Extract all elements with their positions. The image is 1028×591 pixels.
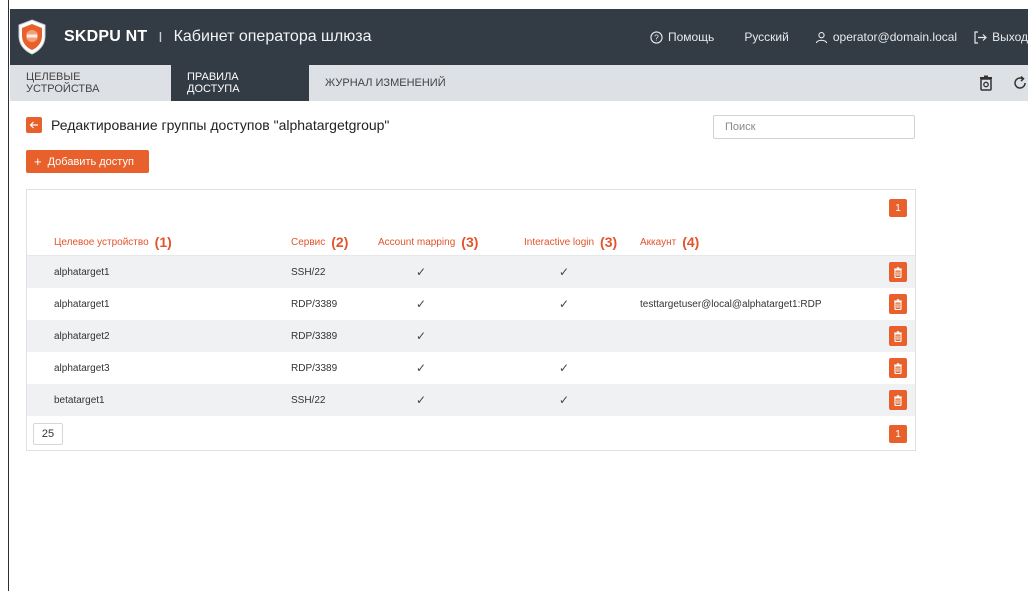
table-row[interactable]: alphatarget2 RDP/3389 ✓ xyxy=(27,320,915,352)
table-row[interactable]: alphatarget1 RDP/3389 ✓ ✓ testtargetuser… xyxy=(27,288,915,320)
column-header-interactive-login[interactable]: Interactive login (3) xyxy=(524,228,617,256)
trash-icon xyxy=(894,394,902,406)
delete-row-button[interactable] xyxy=(889,358,907,378)
user-menu[interactable]: operator@domain.local xyxy=(815,30,957,44)
table-header: Целевое устройство (1) Сервис (2) Accoun… xyxy=(27,228,915,256)
cell-service: RDP/3389 xyxy=(291,330,338,342)
help-icon: ? xyxy=(650,30,663,44)
column-marker: (2) xyxy=(331,234,349,250)
cell-account-mapping: ✓ xyxy=(416,329,427,343)
cell-service: SSH/22 xyxy=(291,394,326,406)
trash-icon xyxy=(894,298,902,310)
svg-text:?: ? xyxy=(654,32,659,42)
logout-label: Выход xyxy=(992,30,1028,44)
add-access-button[interactable]: + Добавить доступ xyxy=(26,150,149,173)
language-label: Русский xyxy=(744,30,789,44)
trash-icon[interactable] xyxy=(978,75,994,91)
user-label: operator@domain.local xyxy=(832,30,958,44)
cell-service: RDP/3389 xyxy=(291,362,338,374)
page-size-selector[interactable]: 25 xyxy=(33,423,63,445)
table-row[interactable]: betatarget1 SSH/22 ✓ ✓ xyxy=(27,384,915,416)
cell-service: RDP/3389 xyxy=(291,298,338,310)
search-input[interactable] xyxy=(713,115,915,139)
delete-row-button[interactable] xyxy=(889,326,907,346)
column-header-service[interactable]: Сервис (2) xyxy=(291,228,348,256)
column-marker: (1) xyxy=(154,234,172,250)
help-label: Помощь xyxy=(667,30,715,44)
brand-name: SKDPU NT xyxy=(64,28,148,45)
user-icon xyxy=(815,31,828,43)
trash-icon xyxy=(894,362,902,374)
add-access-label: Добавить доступ xyxy=(47,155,134,168)
tab-target-devices[interactable]: ЦЕЛЕВЫЕ УСТРОЙСТВА xyxy=(10,65,171,101)
cell-device: alphatarget2 xyxy=(54,330,110,342)
cell-device: betatarget1 xyxy=(54,394,105,406)
arrow-left-icon xyxy=(29,121,38,129)
pagination-page-top[interactable]: 1 xyxy=(889,199,907,217)
access-table: 1 Целевое устройство (1) Сервис (2) Acco… xyxy=(26,189,916,451)
cell-account-mapping: ✓ xyxy=(416,393,427,407)
page-heading: Редактирование группы доступов "alphatar… xyxy=(26,117,389,133)
header-actions: ? Помощь Русский operator@domain.local В… xyxy=(650,30,1028,44)
cell-service: SSH/22 xyxy=(291,266,326,278)
table-row[interactable]: alphatarget1 SSH/22 ✓ ✓ xyxy=(27,256,915,288)
delete-row-button[interactable] xyxy=(889,262,907,282)
cell-interactive-login: ✓ xyxy=(559,361,570,375)
cell-interactive-login: ✓ xyxy=(559,265,570,279)
window-top-edge xyxy=(0,0,1028,9)
column-header-label: Сервис xyxy=(291,236,326,248)
pagination-page-bottom[interactable]: 1 xyxy=(889,425,907,443)
column-header-label: Account mapping xyxy=(378,236,456,248)
cell-device: alphatarget1 xyxy=(54,266,110,278)
tab-toolbar xyxy=(978,65,1028,101)
column-marker: (3) xyxy=(600,234,618,250)
column-header-device[interactable]: Целевое устройство (1) xyxy=(54,228,172,256)
trash-icon xyxy=(894,330,902,342)
column-marker: (4) xyxy=(682,234,700,250)
tab-bar: ЦЕЛЕВЫЕ УСТРОЙСТВА ПРАВИЛА ДОСТУПА ЖУРНА… xyxy=(10,65,1028,101)
table-row[interactable]: alphatarget3 RDP/3389 ✓ ✓ xyxy=(27,352,915,384)
tab-change-log[interactable]: ЖУРНАЛ ИЗМЕНЕНИЙ xyxy=(309,65,462,101)
delete-row-button[interactable] xyxy=(889,390,907,410)
column-header-account-mapping[interactable]: Account mapping (3) xyxy=(378,228,478,256)
column-marker: (3) xyxy=(461,234,479,250)
help-link[interactable]: ? Помощь xyxy=(650,30,714,44)
app-subtitle: Кабинет оператора шлюза xyxy=(173,28,372,45)
plus-icon: + xyxy=(34,154,42,169)
cell-device: alphatarget3 xyxy=(54,362,110,374)
cell-account-mapping: ✓ xyxy=(416,297,427,311)
header-separator: I xyxy=(158,28,163,46)
tab-access-rules[interactable]: ПРАВИЛА ДОСТУПА xyxy=(171,65,309,101)
cell-device: alphatarget1 xyxy=(54,298,110,310)
app-header: SKDPU NT I Кабинет оператора шлюза ? Пом… xyxy=(10,9,1028,65)
column-header-label: Аккаунт xyxy=(640,236,677,248)
column-header-account[interactable]: Аккаунт (4) xyxy=(640,228,699,256)
cell-account-mapping: ✓ xyxy=(416,265,427,279)
refresh-icon[interactable] xyxy=(1012,75,1028,91)
language-selector[interactable]: Русский xyxy=(744,30,789,44)
back-button[interactable] xyxy=(26,117,42,133)
window-left-edge xyxy=(0,0,9,591)
page-title: Редактирование группы доступов "alphatar… xyxy=(51,117,390,133)
delete-row-button[interactable] xyxy=(889,294,907,314)
shield-logo-icon[interactable] xyxy=(14,17,50,57)
cell-interactive-login: ✓ xyxy=(559,393,570,407)
cell-interactive-login: ✓ xyxy=(559,297,570,311)
trash-icon xyxy=(894,266,902,278)
cell-account: testtargetuser@local@alphatarget1:RDP xyxy=(640,298,822,310)
table-body: alphatarget1 SSH/22 ✓ ✓ alphatarget1 RDP… xyxy=(27,256,915,416)
logout-button[interactable]: Выход xyxy=(973,30,1028,44)
cell-account-mapping: ✓ xyxy=(416,361,427,375)
column-header-label: Interactive login xyxy=(524,236,595,248)
logout-icon xyxy=(974,30,987,44)
column-header-label: Целевое устройство xyxy=(54,236,149,248)
